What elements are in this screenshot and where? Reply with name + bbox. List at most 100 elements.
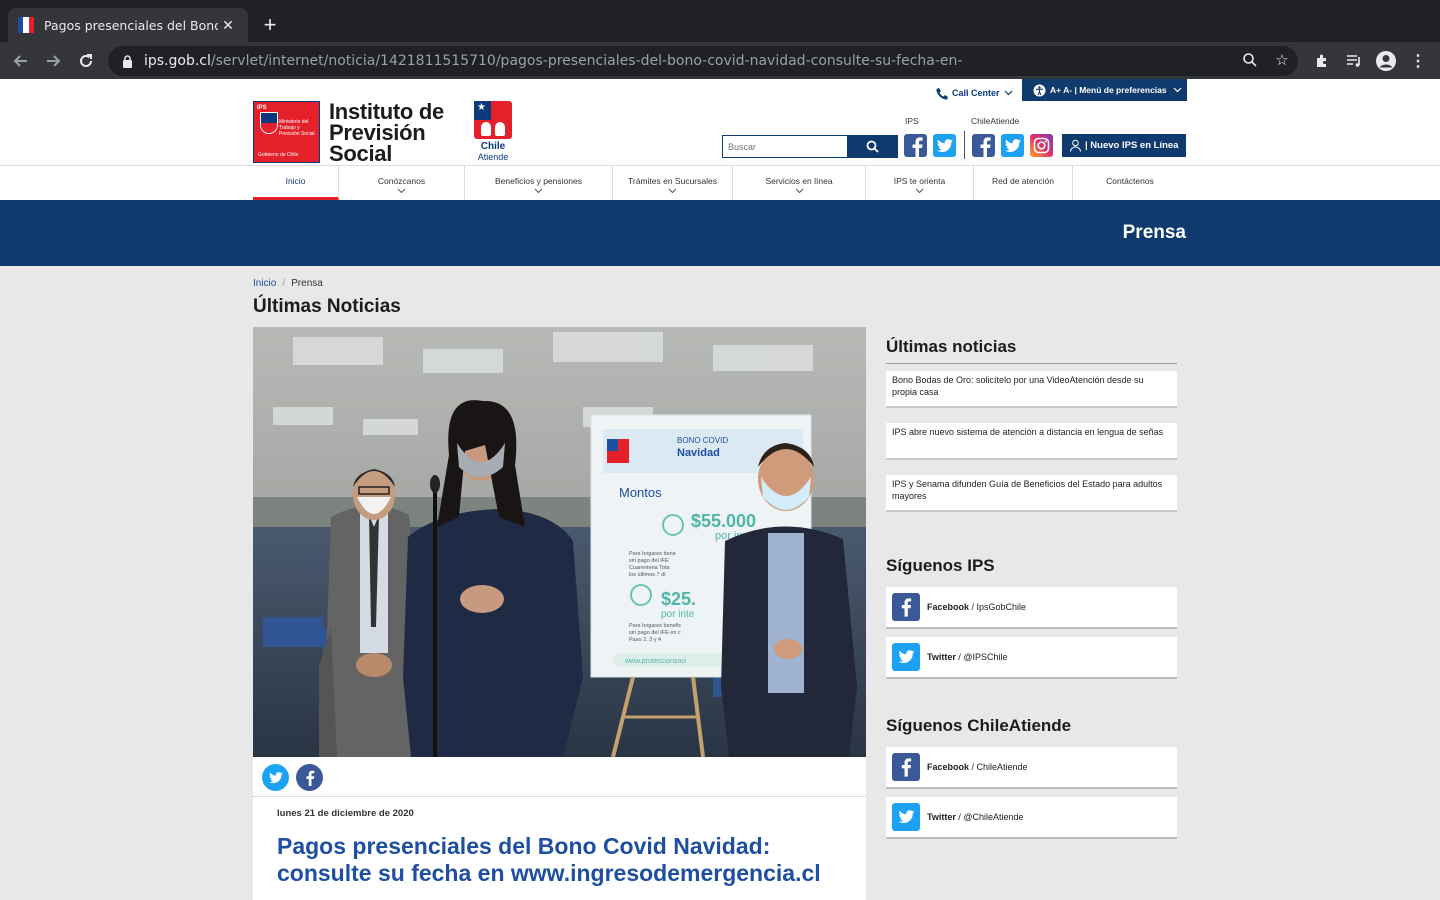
browser-chrome: Pagos presenciales del Bono C ✕ + ips.go… [0,0,1440,79]
poster-amount2-sub: por inte [661,609,695,620]
menu-item-label: Inicio [285,176,306,186]
ips-logo[interactable]: IPS Ministerio del Trabajo y Previsión S… [253,99,444,165]
menu-item-beneficios[interactable]: Beneficios y pensiones [465,166,613,200]
media-control-icon[interactable] [1341,48,1367,74]
menu-item-label: IPS te orienta [893,176,946,186]
url-path: /servlet/internet/noticia/1421811515710/… [210,53,963,69]
ips-facebook-icon[interactable] [904,134,927,157]
follow-network: Twitter [927,652,956,662]
new-tab-icon[interactable]: + [258,12,282,37]
chileatiende-logo[interactable]: Chile Atiende [473,101,513,163]
ips-emblem-ministry: Ministerio del Trabajo y Previsión Socia… [279,119,315,137]
follow-network: Twitter [927,812,956,822]
search-box [722,135,898,158]
facebook-icon [892,753,920,781]
chileatiende-logo-line2: Atiende [477,152,509,162]
menu-item-ips-te-orienta[interactable]: IPS te orienta [866,166,974,200]
poster-url: www.proteccionsoci [624,658,687,665]
call-center-link[interactable]: Call Center [935,83,1014,103]
search-button[interactable] [847,136,897,157]
accessibility-icon [1032,83,1046,97]
chile-flag-favicon-icon [18,17,34,33]
profile-avatar-icon[interactable] [1373,48,1399,74]
chileatiende-emblem-icon [474,101,512,139]
article-headline[interactable]: Pagos presenciales del Bono Covid Navida… [277,833,837,887]
chileatiende-facebook-icon[interactable] [972,134,995,157]
chevron-down-icon [794,187,804,194]
article-date: lunes 21 de diciembre de 2020 [277,808,414,819]
menu-item-red-de-atencion[interactable]: Red de atención [974,166,1073,200]
page-title: Últimas Noticias [253,296,401,317]
share-twitter-icon[interactable] [262,764,289,791]
menu-item-label: Servicios en línea [765,176,833,186]
ips-twitter-icon[interactable] [933,134,956,157]
follow-chileatiende-facebook[interactable]: Facebook / ChileAtiende [886,747,1177,789]
press-conference-photo: BONO COVID Navidad Montos $55.000 por in… [253,327,866,757]
poster-amount1: $55.000 [691,511,756,531]
follow-network: Facebook [927,602,970,612]
breadcrumb-separator: / [282,278,286,289]
user-icon [1068,139,1082,153]
close-tab-icon[interactable]: ✕ [218,15,238,35]
breadcrumb-home-link[interactable]: Inicio [253,278,276,289]
share-facebook-icon[interactable] [296,764,323,791]
lock-icon [120,54,134,68]
chileatiende-twitter-icon[interactable] [1001,134,1024,157]
menu-item-tramites[interactable]: Trámites en Sucursales [613,166,733,200]
ips-wordmark-line: Previsión [329,120,426,145]
article-photo: BONO COVID Navidad Montos $55.000 por in… [253,327,866,757]
poster-amount2: $25. [661,589,696,609]
website: IPS Ministerio del Trabajo y Previsión S… [0,79,1440,900]
address-bar[interactable]: ips.gob.cl/servlet/internet/noticia/1421… [108,46,1298,76]
ips-emblem: IPS Ministerio del Trabajo y Previsión S… [253,101,320,163]
browser-menu-icon[interactable]: ⋮ [1405,48,1431,74]
follow-chileatiende-twitter[interactable]: Twitter / @ChileAtiende [886,797,1177,839]
search-input[interactable] [723,136,847,157]
breadcrumb: Inicio / Prensa [253,278,323,289]
poster-montos: Montos [619,485,662,500]
ips-emblem-abbrev: IPS [257,105,267,111]
article-card: BONO COVID Navidad Montos $55.000 por in… [253,327,866,900]
menu-item-contactenos[interactable]: Contáctenos [1073,166,1187,200]
latest-news-item[interactable]: IPS abre nuevo sistema de atención a dis… [886,423,1177,460]
browser-toolbar: ips.gob.cl/servlet/internet/noticia/1421… [0,42,1440,79]
latest-news-item[interactable]: IPS y Senama difunden Guía de Beneficios… [886,475,1177,512]
menu-item-servicios[interactable]: Servicios en línea [733,166,866,200]
chevron-down-icon [915,187,925,194]
url-domain: ips.gob.cl [144,53,211,69]
follow-chileatiende-title: Síguenos ChileAtiende [886,716,1072,735]
browser-tab[interactable]: Pagos presenciales del Bono C ✕ [8,8,248,42]
menu-item-label: Trámites en Sucursales [628,176,717,186]
reload-icon[interactable] [73,48,99,74]
ips-emblem-gobierno: Gobierno de Chile [258,152,299,158]
ips-wordmark-line: Instituto de [329,99,444,124]
extensions-icon[interactable] [1309,48,1335,74]
nuevo-ips-en-linea-button[interactable]: | Nuevo IPS en Línea [1062,134,1186,157]
chevron-down-icon [668,187,678,194]
menu-item-label: Contáctenos [1106,176,1154,186]
follow-ips-title: Síguenos IPS [886,556,995,575]
chevron-down-icon [1173,87,1183,93]
poster-brand: BONO COVID [677,436,728,445]
main-menu: Inicio Conózcanos Beneficios y pensiones… [0,165,1440,200]
menu-item-inicio[interactable]: Inicio [253,166,339,200]
back-icon[interactable] [8,48,34,74]
preferences-menu-button[interactable]: A+ A- | Menú de preferencias [1022,79,1187,101]
bookmark-star-icon[interactable]: ☆ [1270,48,1294,72]
section-banner: Prensa [0,200,1440,266]
follow-ips-facebook[interactable]: Facebook / IpsGobChile [886,587,1177,629]
forward-icon[interactable] [40,48,66,74]
nuevo-ips-label: | Nuevo IPS en Línea [1085,140,1179,151]
menu-item-conozcanos[interactable]: Conózcanos [339,166,465,200]
zoom-icon[interactable] [1238,48,1262,72]
shield-icon [260,112,278,134]
follow-network: Facebook [927,762,970,772]
facebook-icon [892,593,920,621]
follow-ips-twitter[interactable]: Twitter / @IPSChile [886,637,1177,679]
social-label-ips: IPS [905,116,919,126]
tab-title: Pagos presenciales del Bono C [44,17,218,33]
poster-brand2: Navidad [677,447,720,459]
latest-news-item[interactable]: Bono Bodas de Oro: solicítelo por una Vi… [886,371,1177,408]
follow-handle: / @ChileAtiende [955,812,1024,822]
chileatiende-instagram-icon[interactable] [1030,134,1053,157]
